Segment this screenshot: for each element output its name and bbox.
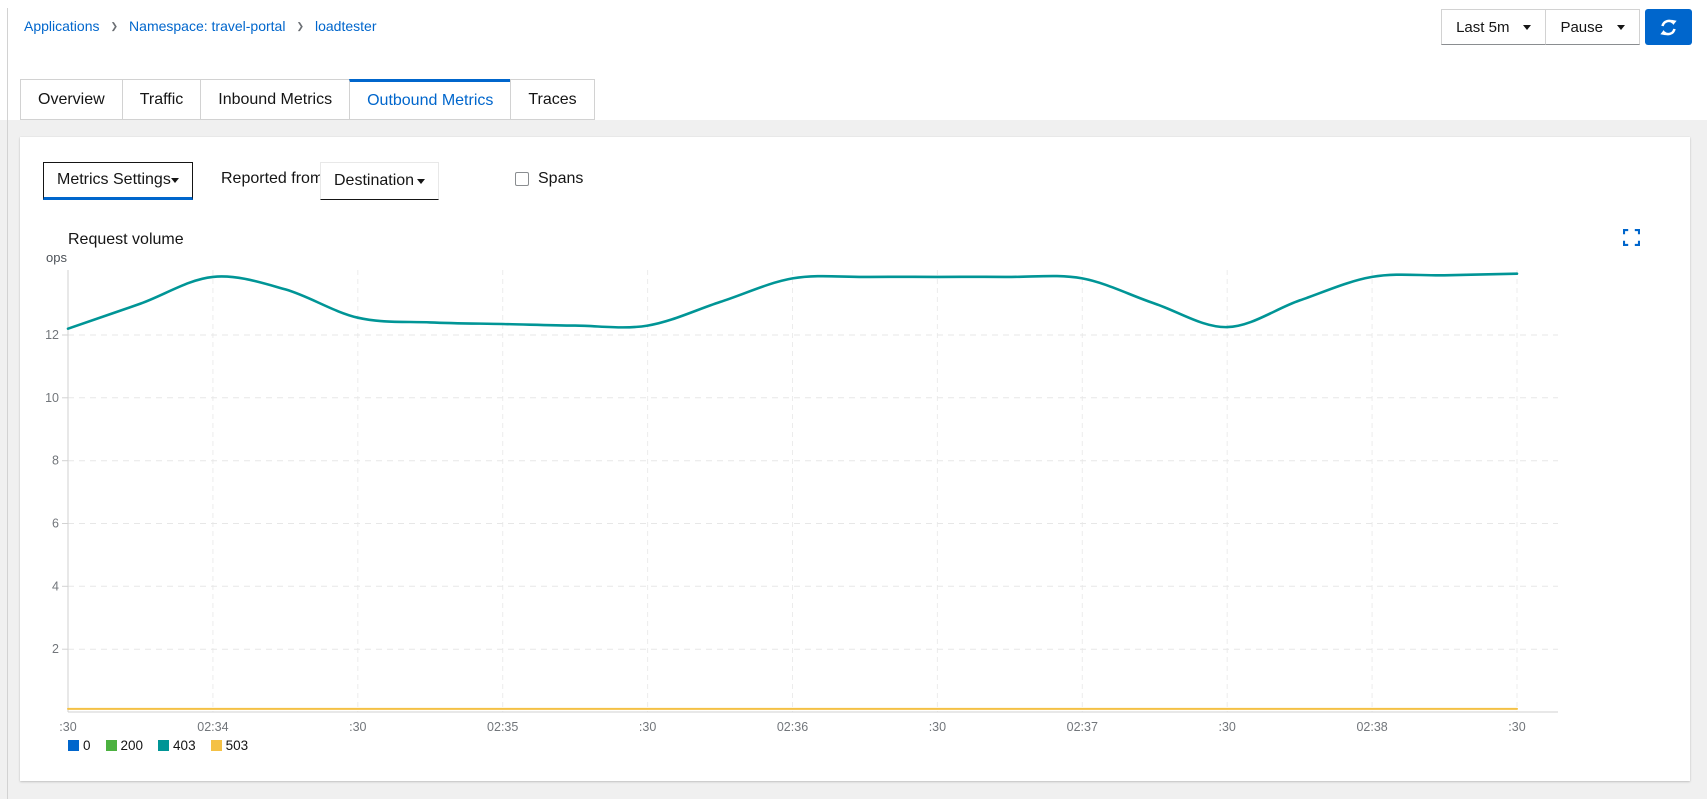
tab-overview[interactable]: Overview bbox=[20, 79, 123, 120]
chevron-right-icon bbox=[111, 19, 119, 33]
x-tick-label: :30 bbox=[59, 720, 76, 734]
tab-bar: Overview Traffic Inbound Metrics Outboun… bbox=[20, 79, 595, 120]
chevron-down-icon bbox=[417, 178, 425, 184]
chevron-down-icon bbox=[1617, 24, 1625, 30]
x-tick-label: :30 bbox=[349, 720, 366, 734]
application-metrics-page: Applications Namespace: travel-portal lo… bbox=[0, 0, 1707, 799]
x-tick-label: :30 bbox=[639, 720, 656, 734]
legend-label: 0 bbox=[83, 738, 91, 753]
metrics-settings-label: Metrics Settings bbox=[57, 171, 171, 188]
legend-swatch bbox=[210, 740, 222, 751]
x-tick-label: 02:36 bbox=[777, 720, 808, 734]
legend-label: 503 bbox=[225, 738, 249, 753]
legend-swatch bbox=[68, 740, 79, 751]
spans-checkbox[interactable] bbox=[515, 172, 529, 186]
spans-label: Spans bbox=[538, 170, 584, 187]
x-tick-label: 02:38 bbox=[1356, 720, 1387, 734]
chevron-down-icon bbox=[1523, 24, 1532, 30]
x-tick-label: :30 bbox=[1219, 720, 1236, 734]
y-tick-label: 8 bbox=[52, 454, 59, 468]
y-tick-label: 10 bbox=[45, 391, 59, 405]
reported-from-label: Reported from bbox=[221, 170, 324, 187]
y-tick-label: 4 bbox=[52, 579, 59, 593]
legend-swatch bbox=[158, 740, 170, 751]
breadcrumb-link-applications[interactable]: Applications bbox=[24, 18, 100, 34]
breadcrumb: Applications Namespace: travel-portal lo… bbox=[24, 18, 376, 34]
breadcrumb-link-namespace[interactable]: Namespace: travel-portal bbox=[129, 18, 285, 34]
y-tick-label: 2 bbox=[52, 642, 59, 656]
reporter-dropdown[interactable]: Destination bbox=[320, 162, 439, 200]
x-tick-label: :30 bbox=[929, 720, 946, 734]
tab-traffic[interactable]: Traffic bbox=[121, 79, 202, 120]
metrics-card: Metrics Settings Reported from Destinati… bbox=[20, 137, 1690, 781]
tab-outbound-metrics[interactable]: Outbound Metrics bbox=[349, 79, 512, 120]
x-tick-label: 02:37 bbox=[1067, 720, 1098, 734]
legend-label: 200 bbox=[120, 738, 144, 753]
x-tick-label: :30 bbox=[1508, 720, 1525, 734]
legend-item-0[interactable]: 0 bbox=[68, 738, 91, 753]
expand-chart-icon[interactable] bbox=[1622, 228, 1641, 247]
duration-dropdown[interactable]: Last 5m bbox=[1441, 9, 1547, 45]
chevron-right-icon bbox=[296, 19, 304, 33]
request-volume-chart: :30 02:34 :30 02:35 :30 02:36 :30 02:37 :30 02:38… bbox=[45, 270, 1558, 734]
nav-edge-divider bbox=[7, 8, 8, 799]
legend-swatch bbox=[105, 740, 117, 751]
spans-control: Spans bbox=[515, 170, 583, 188]
y-axis-unit-label: ops bbox=[46, 250, 67, 265]
metrics-settings-dropdown[interactable]: Metrics Settings bbox=[43, 162, 193, 200]
refresh-interval-value: Pause bbox=[1560, 18, 1603, 36]
y-tick-label: 6 bbox=[52, 517, 59, 531]
legend-item-503[interactable]: 503 bbox=[210, 738, 249, 753]
tab-inbound-metrics[interactable]: Inbound Metrics bbox=[200, 79, 351, 120]
refresh-button[interactable] bbox=[1645, 9, 1692, 45]
legend-item-403[interactable]: 403 bbox=[158, 738, 196, 753]
tab-traces[interactable]: Traces bbox=[510, 79, 595, 120]
chart-legend: 0 200 403 503 bbox=[68, 738, 248, 753]
legend-label: 403 bbox=[173, 738, 196, 753]
reporter-value: Destination bbox=[334, 172, 415, 189]
duration-value: Last 5m bbox=[1456, 18, 1510, 36]
sync-icon bbox=[1659, 18, 1678, 37]
chevron-down-icon bbox=[171, 177, 179, 183]
refresh-controls: Last 5m Pause bbox=[1441, 9, 1692, 45]
refresh-interval-dropdown[interactable]: Pause bbox=[1545, 9, 1640, 45]
series-line-403 bbox=[66, 272, 1519, 330]
x-tick-label: 02:35 bbox=[487, 720, 518, 734]
x-tick-label: 02:34 bbox=[197, 720, 228, 734]
y-tick-label: 12 bbox=[45, 328, 59, 342]
chart-title: Request volume bbox=[68, 231, 184, 248]
breadcrumb-link-loadtester[interactable]: loadtester bbox=[315, 18, 376, 34]
legend-item-200[interactable]: 200 bbox=[105, 738, 144, 753]
